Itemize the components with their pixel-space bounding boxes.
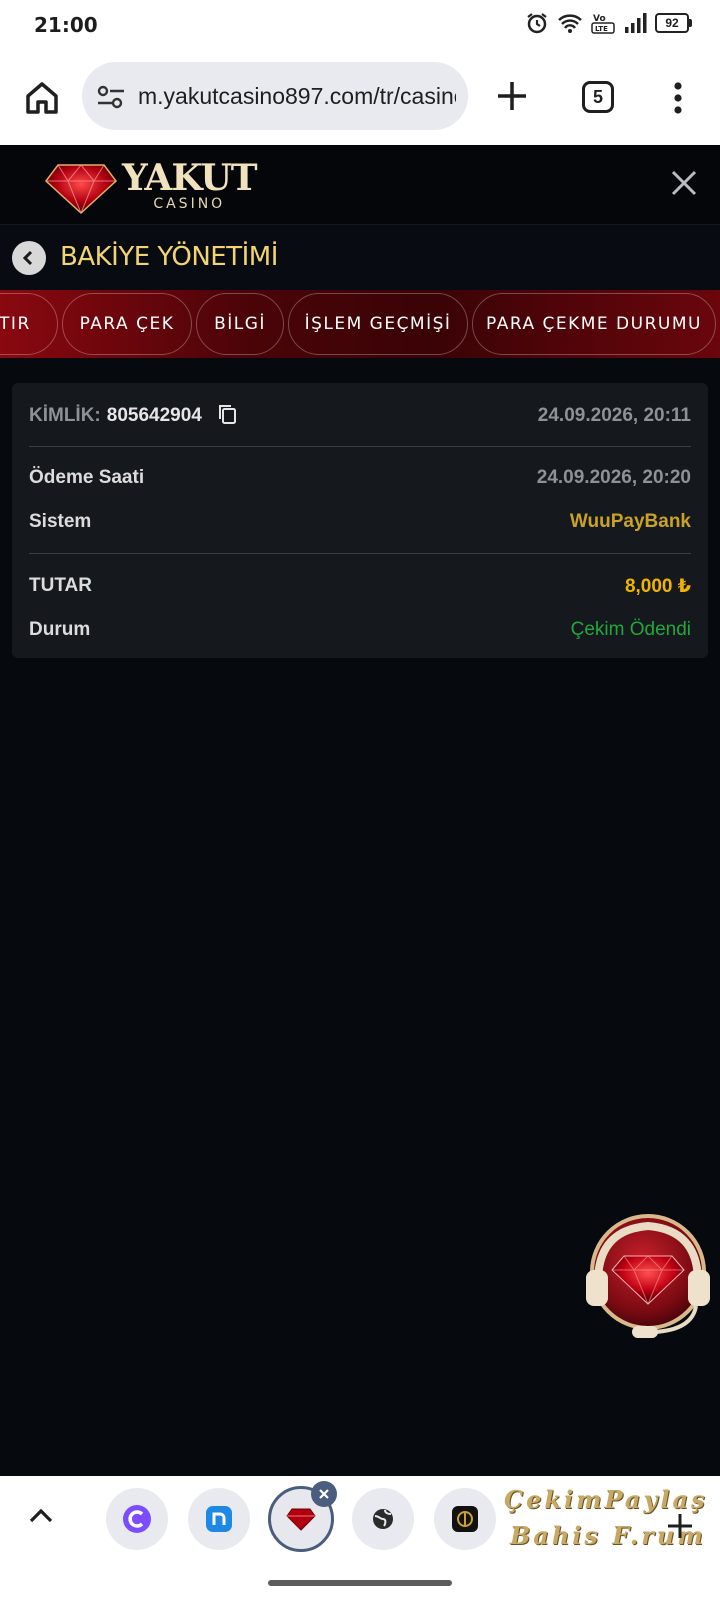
- address-bar[interactable]: m.yakutcasino897.com/tr/casino: [82, 62, 468, 130]
- support-headset-icon[interactable]: [584, 1212, 712, 1344]
- battery-icon: 92: [655, 13, 692, 33]
- tab-chip-yakut[interactable]: [268, 1481, 337, 1552]
- close-tab-icon[interactable]: [311, 1481, 337, 1507]
- system-value: WuuPayBank: [569, 511, 691, 532]
- site-logo[interactable]: YAKUT CASINO: [44, 155, 258, 215]
- globe-icon: [373, 1509, 393, 1529]
- alarm-icon: [527, 13, 547, 34]
- close-icon[interactable]: [668, 167, 700, 199]
- status-time: 21:00: [34, 13, 98, 37]
- status-bar: 21:00 Vo LTE 92: [0, 0, 720, 50]
- amount-value: 8,000 ₺: [624, 576, 691, 597]
- amount-label: TUTAR: [29, 575, 92, 596]
- logo-subtitle: CASINO: [153, 196, 226, 212]
- wifi-icon: [558, 14, 582, 33]
- site-header: YAKUT CASINO: [0, 145, 720, 225]
- transaction-id: KİMLİK: 805642904: [29, 405, 237, 427]
- balance-tabs: ATIR PARA ÇEK BİLGİ İŞLEM GEÇMİŞİ PARA Ç…: [0, 290, 720, 358]
- browser-toolbar: m.yakutcasino897.com/tr/casino 5: [0, 50, 720, 145]
- browser-tab-strip: ÇekimPaylaş Bahis F.rum: [0, 1476, 720, 1600]
- url-text[interactable]: m.yakutcasino897.com/tr/casino: [138, 83, 456, 110]
- tab-islem-gecmisi[interactable]: İŞLEM GEÇMİŞİ: [288, 293, 468, 355]
- tab-bilgi[interactable]: BİLGİ: [196, 293, 284, 355]
- status-label: Durum: [29, 619, 91, 640]
- ruby-gem-icon: [286, 1508, 316, 1531]
- transaction-id-row: KİMLİK: 805642904 24.09.2026, 20:11: [29, 405, 691, 431]
- signal-icon: [625, 13, 647, 33]
- logo-title: YAKUT: [122, 157, 258, 199]
- chevron-left-icon: [22, 250, 33, 266]
- amount-row: TUTAR 8,000 ₺: [29, 575, 691, 601]
- overflow-menu-icon[interactable]: [664, 78, 692, 118]
- back-button[interactable]: [12, 241, 46, 275]
- home-icon[interactable]: [22, 78, 62, 118]
- svg-text:LTE: LTE: [595, 25, 608, 33]
- status-row: Durum Çekim Ödendi: [29, 619, 691, 645]
- gesture-bar[interactable]: [268, 1580, 452, 1586]
- tab-chip-cp[interactable]: [434, 1488, 496, 1550]
- new-tab-icon[interactable]: [492, 76, 532, 116]
- system-row: Sistem WuuPayBank: [29, 511, 691, 537]
- tab-yatir[interactable]: ATIR: [0, 293, 58, 355]
- payment-time-value: 24.09.2026, 20:20: [536, 467, 691, 488]
- new-tab-icon[interactable]: [666, 1512, 694, 1540]
- tab-chip-c[interactable]: [106, 1488, 168, 1550]
- transaction-id-label: KİMLİK:: [29, 405, 101, 427]
- payment-time-label: Ödeme Saati: [29, 467, 145, 488]
- battery-level: 92: [655, 13, 689, 33]
- page-title: BAKİYE YÖNETİMİ: [60, 242, 278, 272]
- chevron-up-icon[interactable]: [28, 1506, 54, 1526]
- site-settings-icon[interactable]: [96, 84, 126, 110]
- transaction-id-value: 805642904: [106, 405, 202, 427]
- transaction-created-at: 24.09.2026, 20:11: [537, 405, 691, 426]
- status-value: Çekim Ödendi: [570, 619, 691, 640]
- tab-para-cek[interactable]: PARA ÇEK: [62, 293, 192, 355]
- cp-app-icon: [452, 1506, 478, 1532]
- copy-icon[interactable]: [217, 403, 237, 425]
- volte-icon: VoLTE: [591, 14, 615, 34]
- tab-chip-n[interactable]: [188, 1488, 250, 1550]
- tab-para-cekme-durumu[interactable]: PARA ÇEKME DURUMU: [472, 293, 716, 355]
- tab-chip-globe[interactable]: [352, 1488, 414, 1550]
- transaction-card: KİMLİK: 805642904 24.09.2026, 20:11 Ödeme…: [12, 383, 708, 658]
- system-label: Sistem: [29, 511, 92, 532]
- payment-time-row: Ödeme Saati 24.09.2026, 20:20: [29, 467, 691, 493]
- divider: [29, 446, 691, 447]
- c-app-icon: [123, 1505, 151, 1533]
- tab-switcher-button[interactable]: 5: [582, 81, 614, 113]
- status-icons: Vo LTE 92: [525, 11, 692, 35]
- page-title-bar: BAKİYE YÖNETİMİ: [0, 226, 720, 290]
- ruby-gem-icon: [44, 164, 118, 215]
- n-app-icon: [206, 1506, 232, 1532]
- divider: [29, 553, 691, 554]
